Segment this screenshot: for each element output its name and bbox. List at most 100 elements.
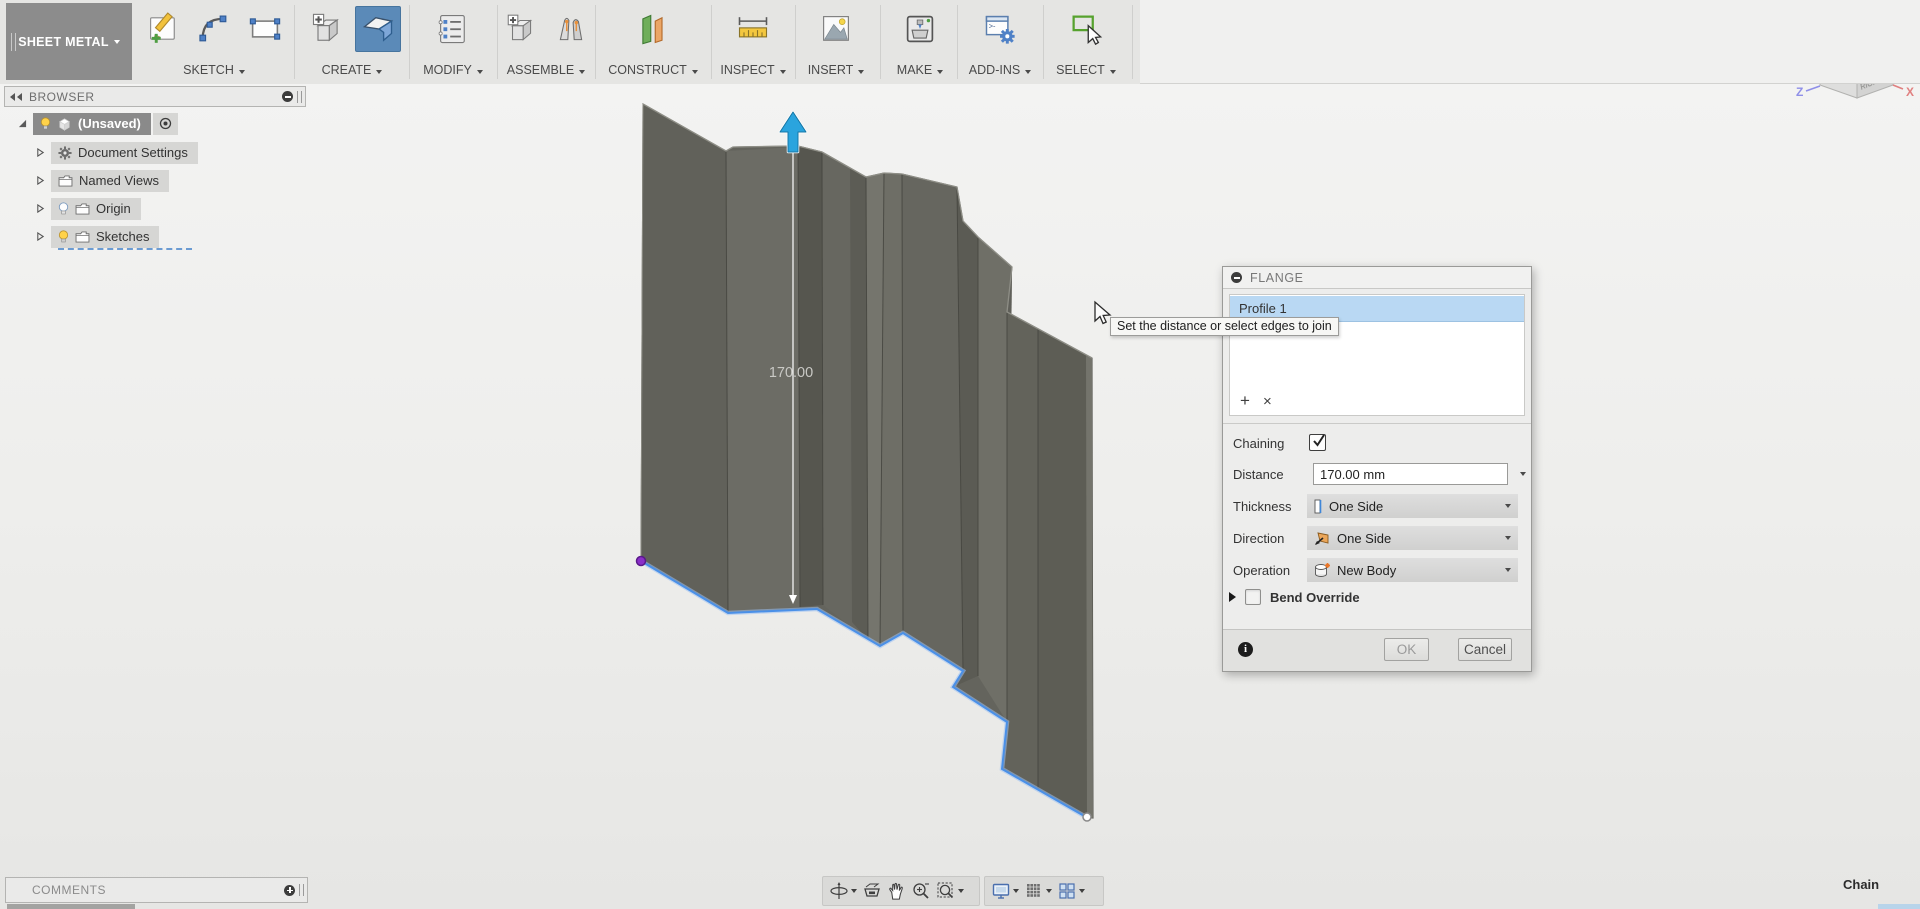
create-sketch-button[interactable] <box>140 6 186 52</box>
tree-item-named-views[interactable]: Named Views <box>51 170 169 192</box>
addins-menu[interactable]: ADD-INS <box>958 63 1042 77</box>
add-comment-icon[interactable] <box>284 885 295 896</box>
panel-face <box>880 173 903 646</box>
zoom-window-icon <box>936 881 956 901</box>
info-icon[interactable]: i <box>1238 642 1253 657</box>
comments-panel-bar[interactable]: COMMENTS <box>5 877 308 903</box>
make-button[interactable] <box>897 6 943 52</box>
addins-button[interactable]: >- <box>977 6 1023 52</box>
bend-override-checkbox[interactable] <box>1245 589 1261 605</box>
orbit-button[interactable] <box>827 878 859 904</box>
timeline-stub <box>7 904 135 909</box>
thickness-dropdown[interactable]: One Side <box>1307 494 1518 518</box>
ok-button[interactable]: OK <box>1384 638 1429 661</box>
lightbulb-on-icon[interactable] <box>58 230 69 243</box>
tree-row-document-settings[interactable]: Document Settings <box>36 141 198 164</box>
panel-grip[interactable] <box>299 884 304 896</box>
sketch-point-end[interactable] <box>1083 813 1091 821</box>
profile-edge-selected[interactable] <box>641 561 1086 817</box>
select-menu[interactable]: SELECT <box>1044 63 1128 77</box>
tree-item-origin[interactable]: Origin <box>51 198 141 220</box>
cancel-button[interactable]: Cancel <box>1458 638 1512 661</box>
look-at-button[interactable] <box>860 878 884 904</box>
expand-closed-icon[interactable] <box>36 204 45 213</box>
expand-closed-icon[interactable] <box>36 232 45 241</box>
create-menu[interactable]: CREATE <box>296 63 408 77</box>
tree-row-origin[interactable]: Origin <box>36 197 141 220</box>
display-settings-button[interactable] <box>989 878 1021 904</box>
activate-component-radio[interactable] <box>153 113 178 135</box>
panel-collapse-icon[interactable] <box>282 91 293 102</box>
viewports-button[interactable] <box>1055 878 1087 904</box>
operation-value: New Body <box>1337 563 1396 578</box>
insert-button[interactable] <box>813 6 859 52</box>
distance-input[interactable] <box>1313 463 1508 485</box>
checkmark-icon <box>1311 433 1327 449</box>
panel-grip[interactable] <box>297 91 302 103</box>
dialog-collapse-icon[interactable] <box>1231 272 1242 283</box>
measure-button[interactable] <box>730 6 776 52</box>
tab-sheet-metal-label: SHEET METAL <box>18 35 109 49</box>
joint-button[interactable] <box>549 6 595 52</box>
tab-grip[interactable] <box>11 33 16 51</box>
pan-button[interactable] <box>885 878 908 904</box>
toolbar-group-inspect: INSPECT <box>712 0 794 84</box>
grid-snap-button[interactable] <box>1022 878 1054 904</box>
chaining-checkbox[interactable] <box>1309 434 1326 451</box>
sheet-metal-body[interactable] <box>641 104 1093 818</box>
browser-root-item[interactable]: (Unsaved) <box>33 113 151 135</box>
flange-drag-arrow[interactable] <box>780 112 806 152</box>
toolbar-group-make: MAKE <box>884 0 956 84</box>
operation-dropdown[interactable]: New Body <box>1307 558 1518 582</box>
modify-menu[interactable]: MODIFY <box>410 63 496 77</box>
browser-panel-header[interactable]: BROWSER <box>4 86 306 107</box>
tree-row-named-views[interactable]: Named Views <box>36 169 169 192</box>
tab-sheet-metal[interactable]: SHEET METAL <box>6 3 132 80</box>
sheet-metal-rules-button[interactable] <box>430 6 476 52</box>
lightbulb-on-icon[interactable] <box>40 117 51 130</box>
distance-dropdown-caret[interactable] <box>1520 472 1526 476</box>
dimension-value[interactable]: 170.00 <box>769 365 813 381</box>
tree-row-sketches[interactable]: Sketches <box>36 225 159 248</box>
chevron-down-icon <box>958 889 964 893</box>
browser-root-row[interactable]: (Unsaved) <box>18 112 178 135</box>
insert-menu[interactable]: INSERT <box>796 63 876 77</box>
bend-override-expand-icon[interactable] <box>1229 592 1236 602</box>
flange-dialog-header[interactable]: FLANGE <box>1223 267 1531 289</box>
create-base-feature-button[interactable] <box>304 6 350 52</box>
chevron-down-icon <box>579 70 585 74</box>
construct-plane-button[interactable] <box>630 6 676 52</box>
new-body-icon <box>1314 562 1330 578</box>
make-menu[interactable]: MAKE <box>884 63 956 77</box>
profile-selection-list[interactable]: Profile 1 + × <box>1229 294 1525 416</box>
collapse-panel-icon[interactable] <box>9 92 23 102</box>
comments-title: COMMENTS <box>6 883 284 897</box>
sketch-point-origin[interactable] <box>637 557 646 566</box>
expand-open-icon[interactable] <box>18 119 27 128</box>
sketch-rectangle-button[interactable] <box>242 6 288 52</box>
assemble-menu[interactable]: ASSEMBLE <box>498 63 594 77</box>
group-separator <box>795 5 796 79</box>
construct-menu[interactable]: CONSTRUCT <box>596 63 710 77</box>
lightbulb-off-icon[interactable] <box>58 202 69 215</box>
sketch-arc-button[interactable] <box>191 6 237 52</box>
chevron-down-icon <box>1025 70 1031 74</box>
thickness-one-side-icon <box>1314 499 1322 514</box>
measure-ruler-icon <box>735 11 771 47</box>
tree-item-document-settings[interactable]: Document Settings <box>51 142 198 164</box>
expand-closed-icon[interactable] <box>36 148 45 157</box>
tree-item-sketches[interactable]: Sketches <box>51 226 159 248</box>
sketch-menu[interactable]: SKETCH <box>134 63 294 77</box>
select-button[interactable] <box>1063 6 1109 52</box>
zoom-button[interactable] <box>909 878 933 904</box>
expand-closed-icon[interactable] <box>36 176 45 185</box>
direction-dropdown[interactable]: One Side <box>1307 526 1518 550</box>
new-component-button[interactable] <box>498 6 544 52</box>
remove-selection-button[interactable]: × <box>1263 394 1272 409</box>
fit-button[interactable] <box>934 878 966 904</box>
chevron-down-icon <box>1013 889 1019 893</box>
inspect-menu[interactable]: INSPECT <box>712 63 794 77</box>
flange-button[interactable] <box>355 6 401 52</box>
add-selection-button[interactable]: + <box>1240 392 1250 409</box>
group-separator <box>1132 5 1133 79</box>
